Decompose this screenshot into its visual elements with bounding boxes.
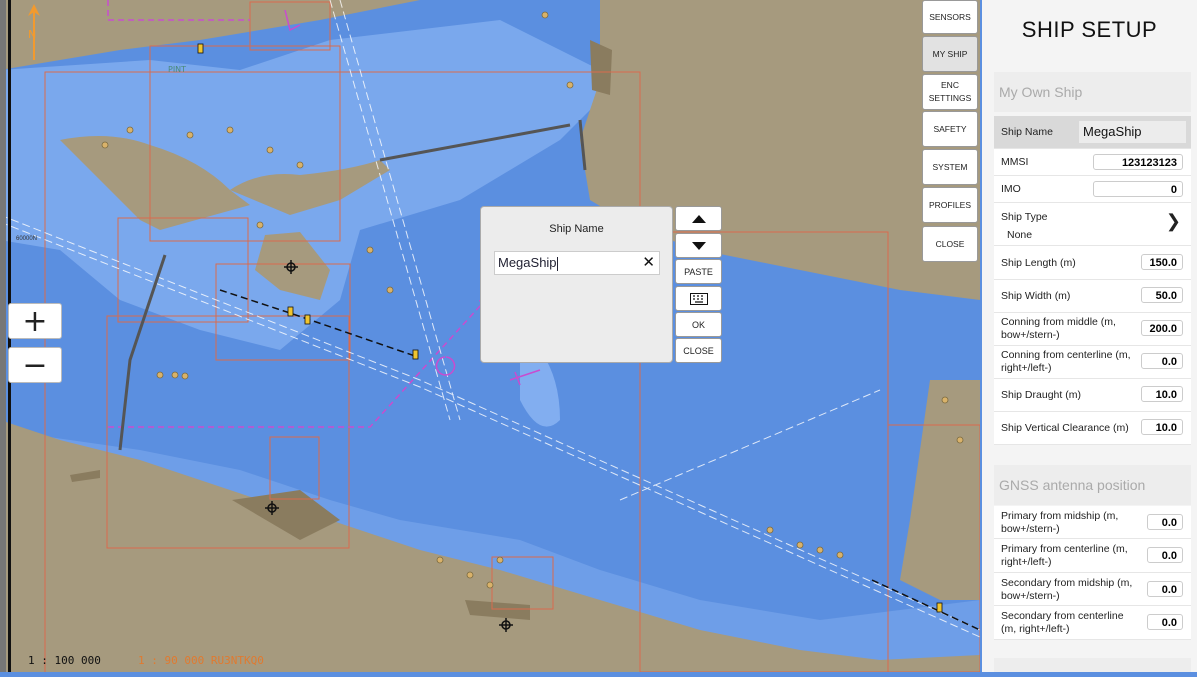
mmsi-field[interactable]: 123123123 [1093,154,1183,170]
secondary-midship-label: Secondary from midship (m, bow+/stern-) [1001,577,1133,602]
keyboard-button[interactable] [675,286,722,311]
primary-centerline-row: Primary from centerline (m, right+/left-… [994,539,1191,573]
ship-length-row: Ship Length (m) 150.0 [994,246,1191,280]
conning-middle-field[interactable]: 200.0 [1141,320,1183,336]
ship-name-label: Ship Name [1001,126,1053,138]
ship-draught-label: Ship Draught (m) [1001,389,1081,401]
ship-name-dialog: Ship Name MegaShip ✕ [480,206,673,363]
secondary-midship-row: Secondary from midship (m, bow+/stern-) … [994,573,1191,606]
mmsi-label: MMSI [1001,156,1029,168]
north-label: N [28,28,36,41]
chevron-right-icon: ❯ [1165,211,1181,231]
next-group-stub [994,658,1191,672]
vertical-clearance-row: Ship Vertical Clearance (m) 10.0 [994,412,1191,445]
secondary-centerline-row: Secondary from centerline (m, right+/lef… [994,606,1191,640]
nav-close[interactable]: CLOSE [922,226,978,262]
place-label: PINT [168,65,186,74]
cell-scale-label: 1 : 90 000 RU3NTKQ0 [138,654,264,667]
ship-length-label: Ship Length (m) [1001,257,1076,269]
panel-title: SHIP SETUP [1021,17,1158,42]
primary-midship-row: Primary from midship (m, bow+/stern-) 0.… [994,506,1191,539]
imo-label: IMO [1001,183,1021,195]
primary-midship-label: Primary from midship (m, bow+/stern-) [1001,510,1119,535]
ship-type-label: Ship Type [1001,211,1048,223]
ship-width-label: Ship Width (m) [1001,290,1071,302]
vertical-clearance-field[interactable]: 10.0 [1141,419,1183,435]
primary-centerline-label: Primary from centerline (m, right+/left-… [1001,543,1128,568]
keyboard-icon [689,292,708,305]
ship-width-row: Ship Width (m) 50.0 [994,280,1191,313]
nav-system[interactable]: SYSTEM [922,149,978,185]
conning-centerline-field[interactable]: 0.0 [1141,353,1183,369]
ship-name-input[interactable]: MegaShip ✕ [494,251,660,275]
nav-profiles[interactable]: PROFILES [922,187,978,223]
ship-setup-panel: SHIP SETUP My Own Ship Ship Name MegaShi… [982,0,1197,672]
ship-draught-field[interactable]: 10.0 [1141,386,1183,402]
conning-middle-row: Conning from middle (m, bow+/stern-) 200… [994,313,1191,346]
vertical-clearance-label: Ship Vertical Clearance (m) [1001,422,1129,434]
secondary-centerline-field[interactable]: 0.0 [1147,614,1183,630]
nav-enc-settings-line2: SETTINGS [928,93,972,103]
mmsi-row: MMSI 123123123 [994,149,1191,176]
imo-row: IMO 0 [994,176,1191,203]
primary-centerline-field[interactable]: 0.0 [1147,547,1183,563]
nav-my-ship[interactable]: MY SHIP [922,36,978,72]
dialog-title: Ship Name [549,223,604,235]
nav-sensors[interactable]: SENSORS [922,0,978,34]
nav-enc-settings[interactable]: ENC SETTINGS [922,74,978,110]
cursor-down-button[interactable] [675,233,722,258]
zoom-in-button[interactable]: + [8,303,62,339]
chart-scale-label: 1 : 100 000 [28,654,101,667]
text-caret [556,256,558,271]
paste-button[interactable]: PASTE [675,259,722,284]
ship-length-field[interactable]: 150.0 [1141,254,1183,270]
clear-icon[interactable]: ✕ [642,252,655,274]
map-edge-bar [0,0,6,672]
secondary-centerline-label: Secondary from centerline (m, right+/lef… [1001,610,1124,635]
ship-type-value: None [1007,229,1033,241]
conning-centerline-label: Conning from centerline (m, right+/left-… [1001,349,1131,374]
cursor-up-button[interactable] [675,206,722,231]
imo-field[interactable]: 0 [1093,181,1183,197]
depth-tag: 60000N [16,236,38,242]
own-ship-header: My Own Ship [994,72,1191,112]
ship-name-row[interactable]: Ship Name MegaShip [994,116,1191,149]
gnss-header: GNSS antenna position [994,465,1191,505]
ok-button[interactable]: OK [675,312,722,337]
ship-width-field[interactable]: 50.0 [1141,287,1183,303]
ship-name-value[interactable]: MegaShip [1079,121,1186,143]
north-arrow-icon: N [28,4,40,60]
nav-safety[interactable]: SAFETY [922,111,978,147]
dialog-close-button[interactable]: CLOSE [675,338,722,363]
ship-draught-row: Ship Draught (m) 10.0 [994,379,1191,412]
ship-name-input-value: MegaShip [498,255,557,270]
conning-middle-label: Conning from middle (m, bow+/stern-) [1001,316,1116,341]
conning-centerline-row: Conning from centerline (m, right+/left-… [994,346,1191,379]
nav-enc-settings-line1: ENC [941,80,959,90]
secondary-midship-field[interactable]: 0.0 [1147,581,1183,597]
triangle-down-icon [691,241,706,250]
ship-type-row[interactable]: Ship Type None ❯ [994,203,1191,246]
primary-midship-field[interactable]: 0.0 [1147,514,1183,530]
triangle-up-icon [691,214,706,223]
zoom-out-button[interactable]: − [8,347,62,383]
